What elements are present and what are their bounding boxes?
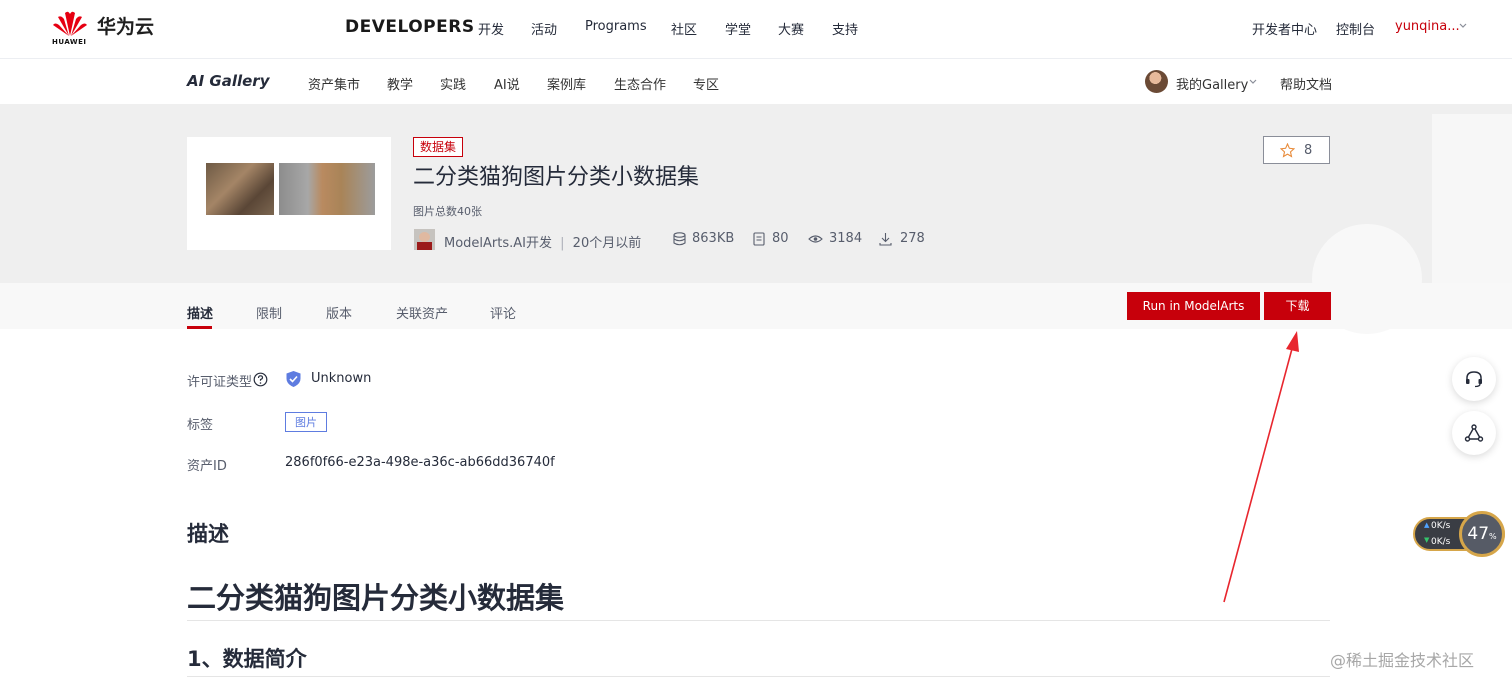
memory-usage-indicator[interactable]: 47% <box>1459 511 1505 557</box>
help-icon[interactable] <box>253 372 268 387</box>
file-icon <box>753 232 765 246</box>
console-link[interactable]: 控制台 <box>1336 19 1375 38</box>
subnav-ecosystem[interactable]: 生态合作 <box>614 74 666 93</box>
star-count: 8 <box>1304 143 1313 158</box>
tab-description[interactable]: 描述 <box>187 303 213 322</box>
view-count: 3184 <box>829 231 863 246</box>
developer-center-link[interactable]: 开发者中心 <box>1252 19 1317 38</box>
subnav-teaching[interactable]: 教学 <box>387 74 413 93</box>
brand-en: HUAWEI <box>52 38 87 46</box>
asset-id-label: 资产ID <box>187 459 227 474</box>
divider <box>187 676 1330 677</box>
author-label[interactable]: ModelArts.AI开发 <box>444 236 552 251</box>
author-avatar[interactable] <box>414 229 435 250</box>
nav-programs[interactable]: Programs <box>585 19 647 34</box>
percent-unit: % <box>1489 532 1497 541</box>
subnav-case-library[interactable]: 案例库 <box>547 74 586 93</box>
developers-title[interactable]: DEVELOPERS <box>345 17 475 37</box>
huawei-logo-icon[interactable] <box>52 9 88 37</box>
nav-activity[interactable]: 活动 <box>531 19 557 38</box>
run-in-modelarts-button[interactable]: Run in ModelArts <box>1127 292 1260 320</box>
upload-arrow-icon: ▲ <box>1424 521 1430 529</box>
license-value: Unknown <box>311 371 372 386</box>
download-count: 278 <box>900 231 925 246</box>
star-icon <box>1280 143 1295 158</box>
nav-dev[interactable]: 开发 <box>478 19 504 38</box>
star-button[interactable]: 8 <box>1263 136 1330 164</box>
nav-community[interactable]: 社区 <box>671 19 697 38</box>
tab-versions[interactable]: 版本 <box>326 303 352 322</box>
asset-type-badge: 数据集 <box>413 137 464 157</box>
author-name[interactable]: ModelArts.AI开发 | 20个月以前 <box>444 232 641 251</box>
my-gallery-menu[interactable]: 我的Gallery <box>1176 74 1248 93</box>
decoration <box>1432 114 1512 284</box>
shield-icon <box>286 371 301 387</box>
cat-image <box>206 163 274 215</box>
asset-id-value: 286f0f66-e23a-498e-a36c-ab66dd36740f <box>285 455 555 470</box>
asset-size: 863KB <box>692 231 735 246</box>
tab-comments[interactable]: 评论 <box>490 303 516 322</box>
download-speed: 0K/s <box>1431 537 1451 547</box>
share-button[interactable] <box>1452 411 1496 455</box>
download-icon <box>879 233 892 246</box>
user-menu[interactable]: yunqina... <box>1395 19 1460 34</box>
dog-image <box>279 163 375 215</box>
gallery-nav: AI Gallery 资产集市 教学 实践 AI说 案例库 生态合作 专区 我的… <box>0 59 1512 105</box>
section-heading: 描述 <box>187 522 229 546</box>
content-title: 二分类猫狗图片分类小数据集 <box>187 581 565 615</box>
tab-bar: 描述 限制 版本 关联资产 评论 Run in ModelArts 下载 <box>0 283 1512 329</box>
chevron-down-icon[interactable] <box>1249 79 1257 85</box>
share-icon <box>1464 424 1484 442</box>
database-icon <box>673 232 686 246</box>
ai-gallery-logo[interactable]: AI Gallery <box>187 72 269 90</box>
chevron-down-icon[interactable] <box>1459 23 1467 29</box>
active-tab-indicator <box>187 326 212 329</box>
nav-contest[interactable]: 大赛 <box>778 19 804 38</box>
asset-summary: 图片总数40张 <box>413 205 482 218</box>
subnav-asset-market[interactable]: 资产集市 <box>308 74 360 93</box>
memory-percent: 47 <box>1467 524 1490 544</box>
subnav-zone[interactable]: 专区 <box>693 74 719 93</box>
download-button[interactable]: 下载 <box>1264 292 1331 320</box>
watermark: @稀土掘金技术社区 <box>1330 651 1475 670</box>
divider <box>187 620 1330 621</box>
nav-academy[interactable]: 学堂 <box>725 19 751 38</box>
upload-speed: 0K/s <box>1431 521 1451 531</box>
eye-icon <box>808 235 823 243</box>
download-arrow-icon: ▼ <box>1424 536 1430 544</box>
asset-title: 二分类猫狗图片分类小数据集 <box>413 165 700 190</box>
tag-chip[interactable]: 图片 <box>285 412 327 432</box>
customer-service-button[interactable] <box>1452 357 1496 401</box>
asset-hero: 数据集 二分类猫狗图片分类小数据集 图片总数40张 ModelArts.AI开发… <box>0 104 1512 334</box>
avatar[interactable] <box>1145 70 1168 93</box>
tab-related-assets[interactable]: 关联资产 <box>396 303 448 322</box>
tab-restrictions[interactable]: 限制 <box>256 303 282 322</box>
tags-label: 标签 <box>187 418 214 433</box>
asset-thumbnail <box>187 137 391 250</box>
brand-name[interactable]: 华为云 <box>97 12 154 39</box>
content-subheading: 1、数据简介 <box>187 647 307 671</box>
subnav-ai-talk[interactable]: AI说 <box>494 74 520 93</box>
file-count: 80 <box>772 231 789 246</box>
publish-time: 20个月以前 <box>572 236 642 251</box>
headset-icon <box>1466 371 1482 388</box>
subnav-practice[interactable]: 实践 <box>440 74 466 93</box>
license-label: 许可证类型 <box>187 375 253 390</box>
nav-support[interactable]: 支持 <box>832 19 858 38</box>
help-docs-link[interactable]: 帮助文档 <box>1280 74 1332 93</box>
top-header: HUAWEI 华为云 DEVELOPERS 开发 活动 Programs 社区 … <box>0 0 1512 59</box>
annotation-arrow-icon <box>1223 331 1299 603</box>
